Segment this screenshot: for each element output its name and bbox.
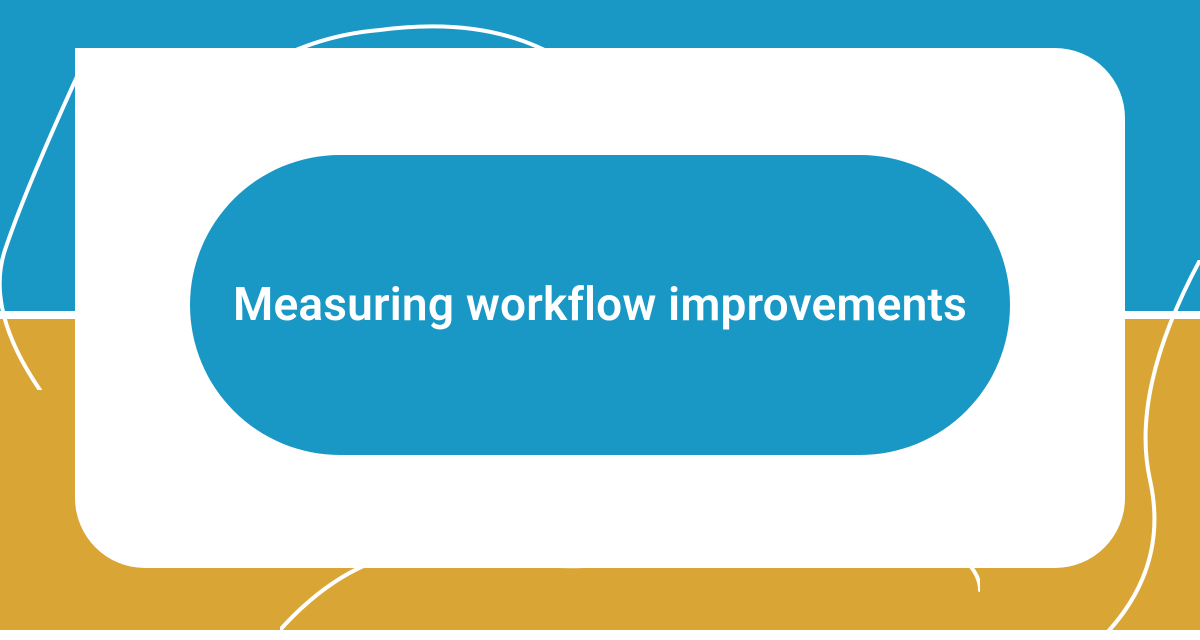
main-title: Measuring workflow improvements bbox=[233, 278, 967, 332]
title-pill: Measuring workflow improvements bbox=[190, 155, 1010, 455]
